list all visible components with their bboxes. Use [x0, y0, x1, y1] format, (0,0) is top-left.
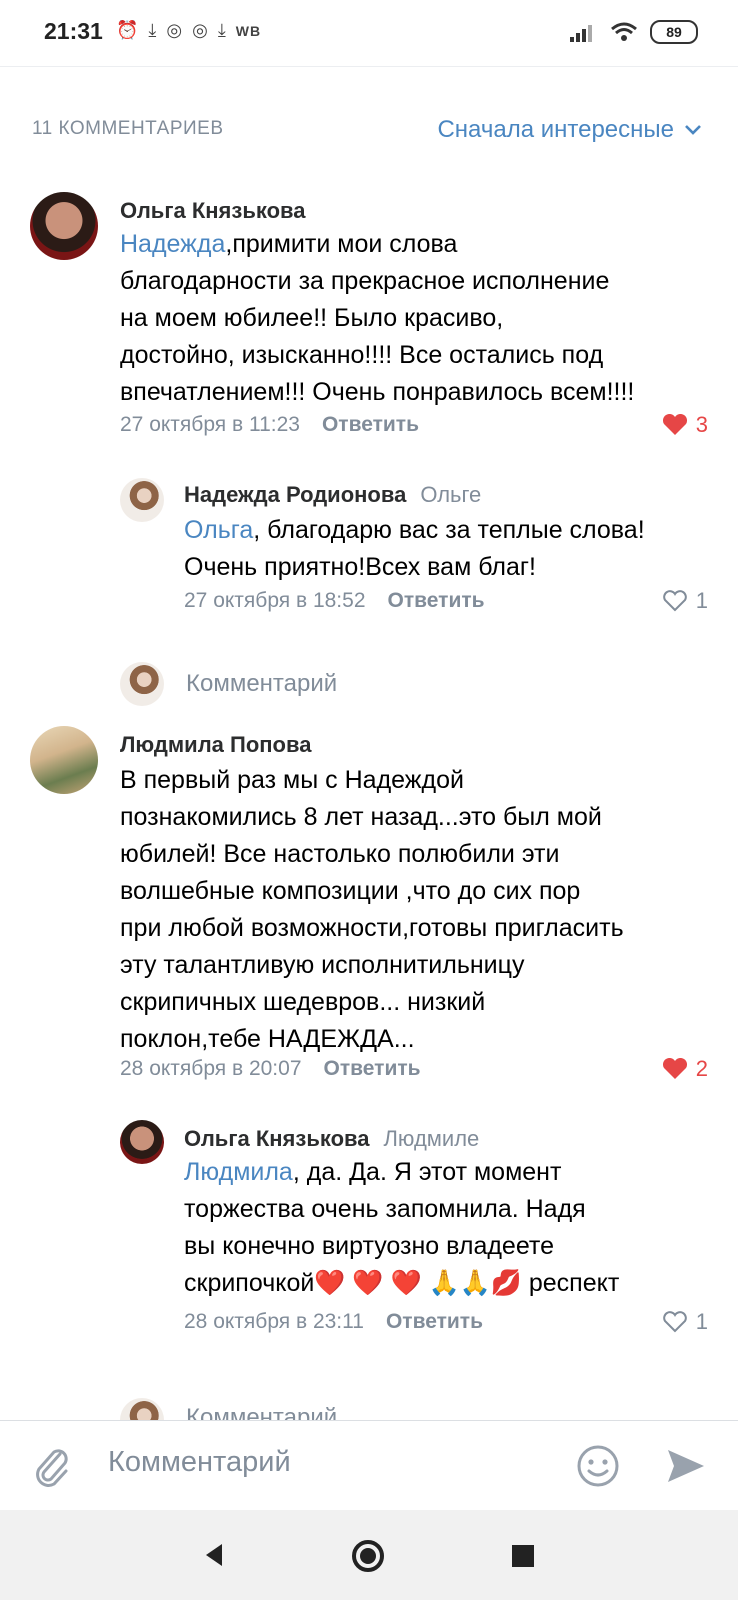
chrome-icon: ◎	[166, 20, 183, 40]
like-button[interactable]: 1	[662, 1309, 708, 1335]
reply-text: Ольга, благодарю вас за теплые слова! Оч…	[184, 516, 645, 581]
like-button[interactable]: 1	[662, 588, 708, 614]
mention-link[interactable]: Ольга	[184, 516, 253, 544]
wifi-icon	[611, 22, 637, 41]
reply-author[interactable]: Надежда Родионова	[184, 482, 406, 507]
back-icon[interactable]	[200, 1541, 228, 1569]
reply-to: Людмиле	[383, 1126, 480, 1151]
recents-icon[interactable]	[510, 1543, 536, 1569]
reply-date: 28 октября в 23:11	[184, 1310, 364, 1333]
send-icon[interactable]	[664, 1446, 708, 1486]
heart-outline-icon	[662, 1311, 687, 1333]
download-icon: ⤓	[217, 20, 226, 40]
avatar[interactable]	[120, 1120, 164, 1164]
avatar[interactable]	[30, 726, 98, 794]
comment-author[interactable]: Людмила Попова	[120, 732, 311, 758]
mention-link[interactable]: Надежда	[120, 230, 225, 258]
chevron-down-icon	[685, 125, 701, 135]
comment-date: 27 октября в 11:23	[120, 413, 300, 436]
reply-button[interactable]: Ответить	[386, 1310, 483, 1334]
comment-text: В первый раз мы с Надеждой познакомились…	[120, 766, 624, 1053]
reply-text: Людмила, да. Да. Я этот момент торжества…	[184, 1158, 620, 1297]
reply-author-line: Ольга Князькова Людмиле	[184, 1126, 479, 1152]
reply-meta: 27 октября в 18:52 Ответить	[184, 589, 485, 613]
wb-icon: WB	[235, 22, 262, 39]
heart-icon	[662, 414, 687, 435]
status-right: 89	[570, 20, 698, 44]
like-button[interactable]: 2	[662, 1056, 708, 1082]
like-count: 1	[695, 1309, 708, 1334]
comment-input[interactable]: Комментарий	[108, 1446, 291, 1479]
comment-text: Надежда,примити мои слова благодарности …	[120, 230, 635, 406]
heart-icon	[662, 1058, 687, 1079]
alarm-icon: ⏰	[116, 20, 139, 40]
emoji-icon[interactable]	[576, 1444, 620, 1488]
status-icons: ⏰ ⤓ ◎ ◎ ⤓ WB	[116, 20, 261, 41]
attach-icon[interactable]	[32, 1444, 72, 1488]
like-count: 3	[695, 412, 708, 437]
mention-link[interactable]: Людмила	[184, 1158, 293, 1186]
status-time: 21:31	[44, 18, 103, 44]
like-button[interactable]: 3	[662, 412, 708, 438]
comments-count: 11 КОММЕНТАРИЕВ	[32, 118, 224, 139]
like-count: 1	[695, 588, 708, 613]
sort-dropdown[interactable]: Сначала интересные	[437, 116, 702, 144]
home-icon[interactable]	[350, 1538, 386, 1574]
reply-to: Ольге	[420, 482, 482, 507]
signal-icon	[570, 25, 592, 42]
reply-button[interactable]: Ответить	[388, 589, 485, 613]
heart-outline-icon	[662, 590, 687, 612]
battery-icon: 89	[650, 20, 698, 44]
reply-meta: 28 октября в 23:11 Ответить	[184, 1310, 483, 1334]
comment-date: 28 октября в 20:07	[120, 1057, 302, 1080]
avatar[interactable]	[30, 192, 98, 260]
comment-author[interactable]: Ольга Князькова	[120, 198, 305, 224]
thread-comment-input[interactable]: Комментарий	[186, 670, 337, 698]
reply-date: 27 октября в 18:52	[184, 589, 366, 612]
chrome-icon: ◎	[192, 20, 208, 40]
comment-meta: 27 октября в 11:23 Ответить	[120, 413, 419, 437]
reply-button[interactable]: Ответить	[324, 1057, 421, 1081]
avatar[interactable]	[120, 478, 164, 522]
like-count: 2	[695, 1056, 708, 1081]
download-icon: ⤓	[148, 20, 157, 40]
reply-author[interactable]: Ольга Князькова	[184, 1126, 369, 1151]
reply-author-line: Надежда Родионова Ольге	[184, 482, 481, 508]
sort-label: Сначала интересные	[437, 116, 674, 143]
reply-button[interactable]: Ответить	[322, 413, 419, 437]
avatar	[120, 662, 164, 706]
comment-meta: 28 октября в 20:07 Ответить	[120, 1057, 421, 1081]
